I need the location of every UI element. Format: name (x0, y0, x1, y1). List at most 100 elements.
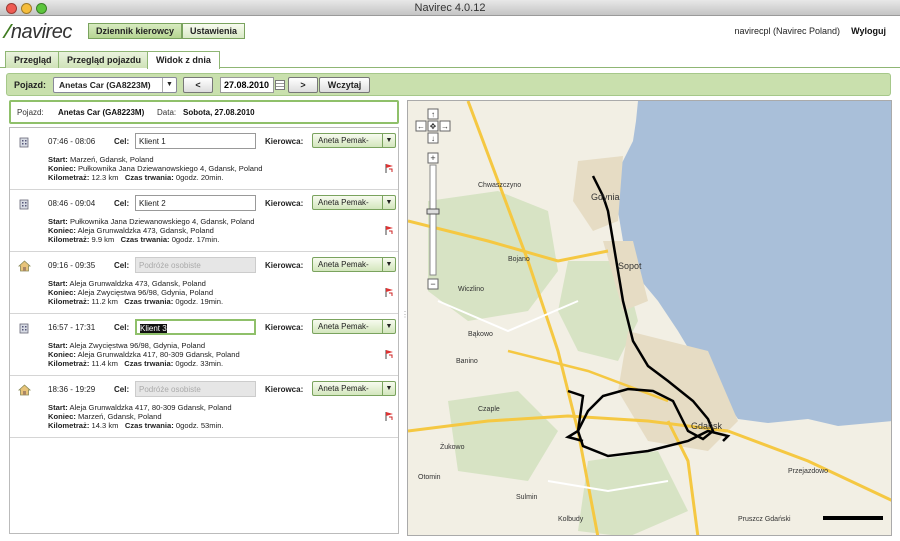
user-label: navirecpl (Navirec Poland) (734, 26, 840, 36)
cel-input: Podróże osobiste (135, 381, 256, 397)
map-label: Bojano (508, 256, 530, 263)
driver-select-value: Aneta Pemak- (318, 322, 369, 331)
trip-row[interactable]: 08:46 - 09:04 Cel: Klient 2 Kierowca: An… (10, 190, 398, 252)
nav-ustawienia[interactable]: Ustawienia (182, 23, 246, 39)
map-scale-bar (823, 516, 883, 520)
show-on-map-flag-icon[interactable] (384, 163, 395, 174)
trip-stats: Kilometraż: 11.4 km Czas trwania: 0godz.… (48, 359, 224, 368)
tab-przeglad[interactable]: Przegląd (5, 51, 61, 68)
load-button[interactable]: Wczytaj (319, 77, 370, 93)
trip-time: 07:46 - 08:06 (48, 137, 96, 146)
trip-time: 08:46 - 09:04 (48, 199, 96, 208)
trip-row[interactable]: 18:36 - 19:29 Cel: Podróże osobiste Kier… (10, 376, 398, 438)
info-date: Sobota, 27.08.2010 (183, 108, 255, 117)
svg-text:←: ← (417, 122, 425, 131)
trip-panel: Pojazd: Anetas Car (GA8223M) Data: Sobot… (9, 100, 399, 536)
kierowca-label: Kierowca: (265, 199, 304, 208)
trip-row[interactable]: 07:46 - 08:06 Cel: Klient 1 Kierowca: An… (10, 128, 398, 190)
tab-przeglad-pojazdu[interactable]: Przegląd pojazdu (58, 51, 151, 68)
cel-label: Cel: (114, 261, 130, 270)
trip-start: Start: Marzeń, Gdansk, Poland (48, 155, 154, 164)
map-label: Żukowo (440, 442, 465, 451)
trip-time: 16:57 - 17:31 (48, 323, 96, 332)
trip-stats: Kilometraż: 9.9 km Czas trwania: 0godz. … (48, 235, 220, 244)
driver-select[interactable]: Aneta Pemak- ▼ (312, 319, 396, 334)
chevron-down-icon: ▼ (162, 78, 176, 92)
office-building-icon (19, 199, 29, 210)
driver-select[interactable]: Aneta Pemak- ▼ (312, 133, 396, 148)
cel-input[interactable]: Klient 1 (135, 133, 256, 149)
app-logo: ⁄ navirec (6, 21, 72, 44)
tab-widok-z-dnia[interactable]: Widok z dnia (147, 51, 220, 69)
calendar-icon[interactable] (275, 80, 285, 90)
driver-select-value: Aneta Pemak- (318, 384, 369, 393)
app-header: ⁄ navirec Dziennik kierowcy Ustawienia na… (0, 17, 900, 47)
trip-stats: Kilometraż: 14.3 km Czas trwania: 0godz.… (48, 421, 224, 430)
trip-end: Koniec: Aleja Grunwaldzka 473, Gdansk, P… (48, 226, 214, 235)
map-label: Kolbudy (558, 516, 584, 523)
cel-input[interactable]: Klient 3 (135, 319, 256, 335)
show-on-map-flag-icon[interactable] (384, 287, 395, 298)
chevron-down-icon: ▼ (382, 320, 395, 333)
office-building-icon (19, 137, 29, 148)
vehicle-label: Pojazd: (14, 80, 47, 90)
show-on-map-flag-icon[interactable] (384, 225, 395, 236)
window-titlebar: Navirec 4.0.12 (0, 0, 900, 16)
show-on-map-flag-icon[interactable] (384, 349, 395, 360)
trip-stats: Kilometraż: 11.2 km Czas trwania: 0godz.… (48, 297, 224, 306)
home-icon (18, 260, 31, 272)
trip-end: Koniec: Pułkownika Jana Dziewanowskiego … (48, 164, 263, 173)
trip-time: 09:16 - 09:35 (48, 261, 96, 270)
driver-select[interactable]: Aneta Pemak- ▼ (312, 381, 396, 396)
map-canvas[interactable]: ↑ ← ✥ → ↓ + − Gdynia Sopot Gdańsk Chwasz… (408, 101, 892, 536)
trip-stats: Kilometraż: 12.3 km Czas trwania: 0godz.… (48, 173, 224, 182)
cel-input[interactable]: Klient 2 (135, 195, 256, 211)
driver-select[interactable]: Aneta Pemak- ▼ (312, 195, 396, 210)
vehicle-select-value: Anetas Car (GA8223M) (59, 80, 151, 90)
trip-row[interactable]: 09:16 - 09:35 Cel: Podróże osobiste Kier… (10, 252, 398, 314)
svg-text:↓: ↓ (431, 134, 435, 143)
trip-start: Start: Aleja Zwycięstwa 96/98, Gdynia, P… (48, 341, 206, 350)
driver-select-value: Aneta Pemak- (318, 260, 369, 269)
window-title: Navirec 4.0.12 (414, 2, 486, 14)
map-label: Banino (456, 358, 478, 365)
kierowca-label: Kierowca: (265, 385, 304, 394)
logo-swoosh-icon: ⁄ (6, 21, 9, 43)
next-day-button[interactable]: > (288, 77, 318, 93)
map-label: Chwaszczyno (478, 182, 521, 189)
filter-toolbar: Pojazd: Anetas Car (GA8223M) ▼ < 27.08.2… (6, 73, 891, 96)
tab-bar: Przegląd Przegląd pojazdu Widok z dnia (0, 48, 900, 69)
trip-time: 18:36 - 19:29 (48, 385, 96, 394)
trip-row[interactable]: 16:57 - 17:31 Cel: Klient 3 Kierowca: An… (10, 314, 398, 376)
map-label: Bąkowo (468, 331, 493, 338)
map-label: Gdańsk (691, 421, 723, 431)
svg-text:✥: ✥ (430, 122, 437, 131)
show-on-map-flag-icon[interactable] (384, 411, 395, 422)
info-vehicle-label: Pojazd: (17, 108, 44, 117)
logout-link[interactable]: Wyloguj (851, 26, 886, 36)
cel-label: Cel: (114, 137, 130, 146)
kierowca-label: Kierowca: (265, 137, 304, 146)
driver-select[interactable]: Aneta Pemak- ▼ (312, 257, 396, 272)
map-label: Otomin (418, 474, 441, 481)
chevron-down-icon: ▼ (382, 382, 395, 395)
chevron-down-icon: ▼ (382, 196, 395, 209)
home-icon (18, 384, 31, 396)
svg-text:↑: ↑ (431, 110, 435, 119)
trip-end: Koniec: Aleja Zwycięstwa 96/98, Gdynia, … (48, 288, 214, 297)
office-building-icon (19, 323, 29, 334)
info-date-label: Data: (157, 108, 177, 117)
date-input[interactable]: 27.08.2010 (220, 77, 274, 93)
map-label: Pruszcz Gdański (738, 516, 791, 523)
prev-day-button[interactable]: < (183, 77, 213, 93)
cel-input: Podróże osobiste (135, 257, 256, 273)
info-vehicle: Anetas Car (GA8223M) (58, 108, 145, 117)
map-label: Czaple (478, 406, 500, 413)
driver-select-value: Aneta Pemak- (318, 198, 369, 207)
vehicle-select[interactable]: Anetas Car (GA8223M) ▼ (53, 77, 177, 93)
cel-label: Cel: (114, 323, 130, 332)
nav-dziennik-kierowcy[interactable]: Dziennik kierowcy (88, 23, 183, 39)
trip-end: Koniec: Marzeń, Gdansk, Poland (48, 412, 162, 421)
svg-text:−: − (430, 279, 435, 289)
route-map[interactable]: ↑ ← ✥ → ↓ + − Gdynia Sopot Gdańsk Chwasz… (407, 100, 892, 536)
